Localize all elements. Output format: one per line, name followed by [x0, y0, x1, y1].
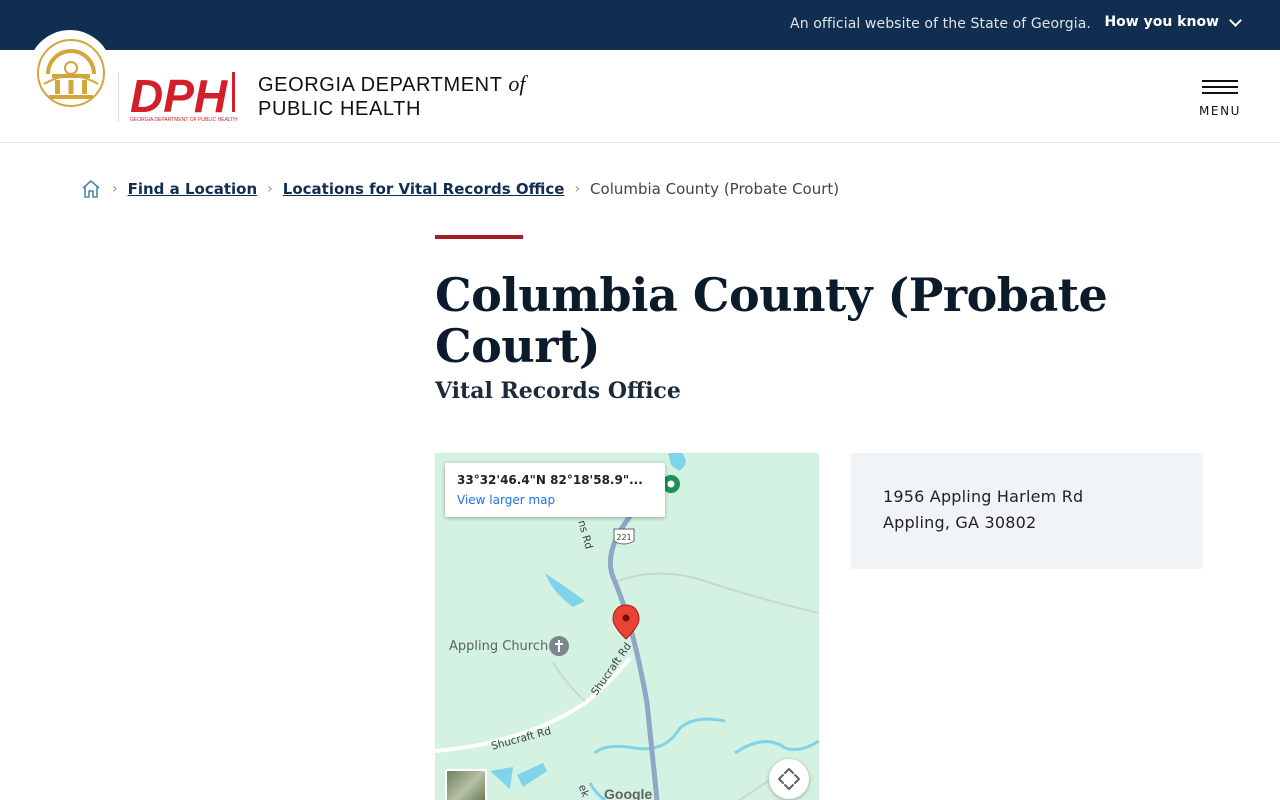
satellite-toggle[interactable]	[445, 769, 487, 800]
map-info-card: 33°32'46.4"N 82°18'58.9"... View larger …	[445, 463, 665, 517]
title-accent-rule	[435, 235, 523, 239]
georgia-seal-icon	[37, 39, 105, 107]
fullscreen-button[interactable]	[769, 759, 809, 799]
agency-name-line2: PUBLIC HEALTH	[258, 98, 422, 120]
dph-logo[interactable]: DPH GEORGIA DEPARTMENT OF PUBLIC HEALTH	[130, 70, 242, 124]
hamburger-icon	[1202, 80, 1238, 82]
map-coordinates: 33°32'46.4"N 82°18'58.9"...	[457, 473, 643, 487]
address-line-1: 1956 Appling Harlem Rd	[883, 487, 1084, 506]
agency-name-line1: GEORGIA DEPARTMENT	[258, 74, 503, 96]
breadcrumb-current: Columbia County (Probate Court)	[590, 180, 840, 198]
header-divider	[118, 72, 119, 122]
svg-text:DPH: DPH	[130, 70, 228, 122]
agency-name[interactable]: GEORGIA DEPARTMENT of PUBLIC HEALTH	[258, 72, 525, 121]
fullscreen-icon	[778, 768, 800, 790]
menu-button[interactable]: MENU	[1196, 78, 1244, 122]
view-larger-map-link[interactable]: View larger map	[457, 493, 555, 507]
map-place-label: Appling Church	[449, 639, 549, 654]
address-card: 1956 Appling Harlem Rd Appling, GA 30802	[851, 453, 1203, 569]
menu-label: MENU	[1198, 104, 1242, 118]
google-logo: Google	[604, 786, 653, 800]
breadcrumb-vital-records-locations[interactable]: Locations for Vital Records Office	[283, 180, 565, 198]
official-banner: An official website of the State of Geor…	[0, 0, 1280, 50]
location-map[interactable]: 221 33°32'46.4"N 82°18'58.9"... View lar…	[435, 453, 819, 800]
svg-text:221: 221	[616, 533, 631, 542]
chevron-down-icon	[1229, 13, 1242, 27]
official-website-text: An official website of the State of Geor…	[790, 16, 1091, 32]
agency-name-of: of	[508, 71, 526, 96]
breadcrumb: › Find a Location › Locations for Vital …	[80, 178, 839, 200]
breadcrumb-separator-icon: ›	[112, 181, 118, 197]
svg-text:GEORGIA DEPARTMENT OF PUBLIC H: GEORGIA DEPARTMENT OF PUBLIC HEALTH	[130, 117, 237, 123]
how-you-know-label: How you know	[1104, 14, 1219, 30]
breadcrumb-separator-icon: ›	[267, 181, 273, 197]
hamburger-bar	[1202, 92, 1238, 94]
address-line-2: Appling, GA 30802	[883, 513, 1037, 532]
georgia-seal-link[interactable]	[28, 30, 112, 114]
breadcrumb-separator-icon: ›	[574, 181, 581, 197]
breadcrumb-find-location[interactable]: Find a Location	[128, 180, 258, 198]
how-you-know-button[interactable]: How you know	[1104, 13, 1242, 30]
site-header: DPH GEORGIA DEPARTMENT OF PUBLIC HEALTH …	[0, 30, 1280, 143]
home-icon[interactable]	[80, 178, 102, 200]
page-subtitle: Vital Records Office	[435, 378, 681, 404]
hamburger-bar	[1202, 86, 1238, 88]
page-title: Columbia County (Probate Court)	[435, 268, 1108, 373]
